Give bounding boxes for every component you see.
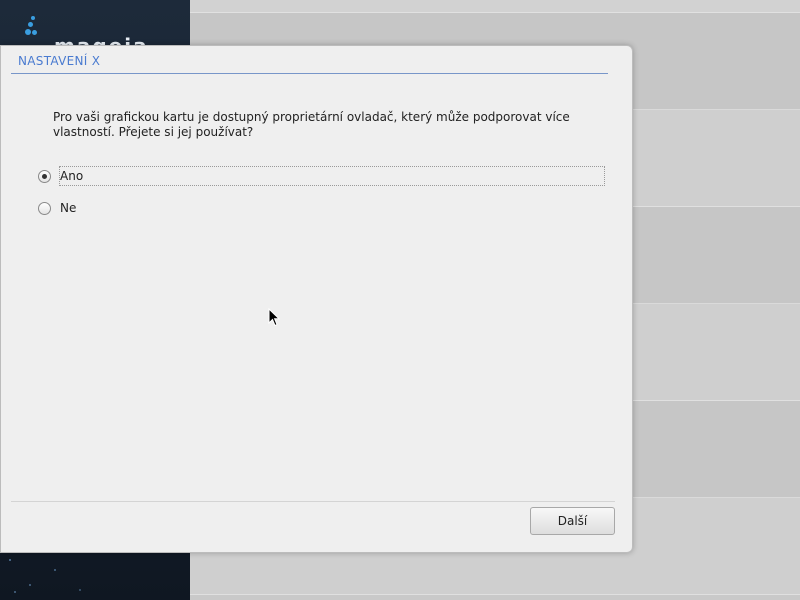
title-divider xyxy=(11,73,608,74)
dialog-title: NASTAVENÍ X xyxy=(18,54,101,68)
option-ne[interactable]: Ne xyxy=(38,198,76,218)
footer-divider xyxy=(11,501,615,502)
question-text: Pro vaši grafickou kartu je dostupný pro… xyxy=(53,110,570,139)
radio-ano[interactable] xyxy=(38,169,51,183)
option-ano[interactable]: Ano xyxy=(38,166,605,186)
mouse-pointer-icon xyxy=(268,308,280,327)
option-ne-label[interactable]: Ne xyxy=(60,198,76,218)
option-ano-label[interactable]: Ano xyxy=(59,166,605,186)
xorg-settings-dialog: NASTAVENÍ X Pro vaši grafickou kartu je … xyxy=(0,45,633,553)
radio-ne[interactable] xyxy=(38,201,51,215)
next-button[interactable]: Další xyxy=(530,507,615,535)
